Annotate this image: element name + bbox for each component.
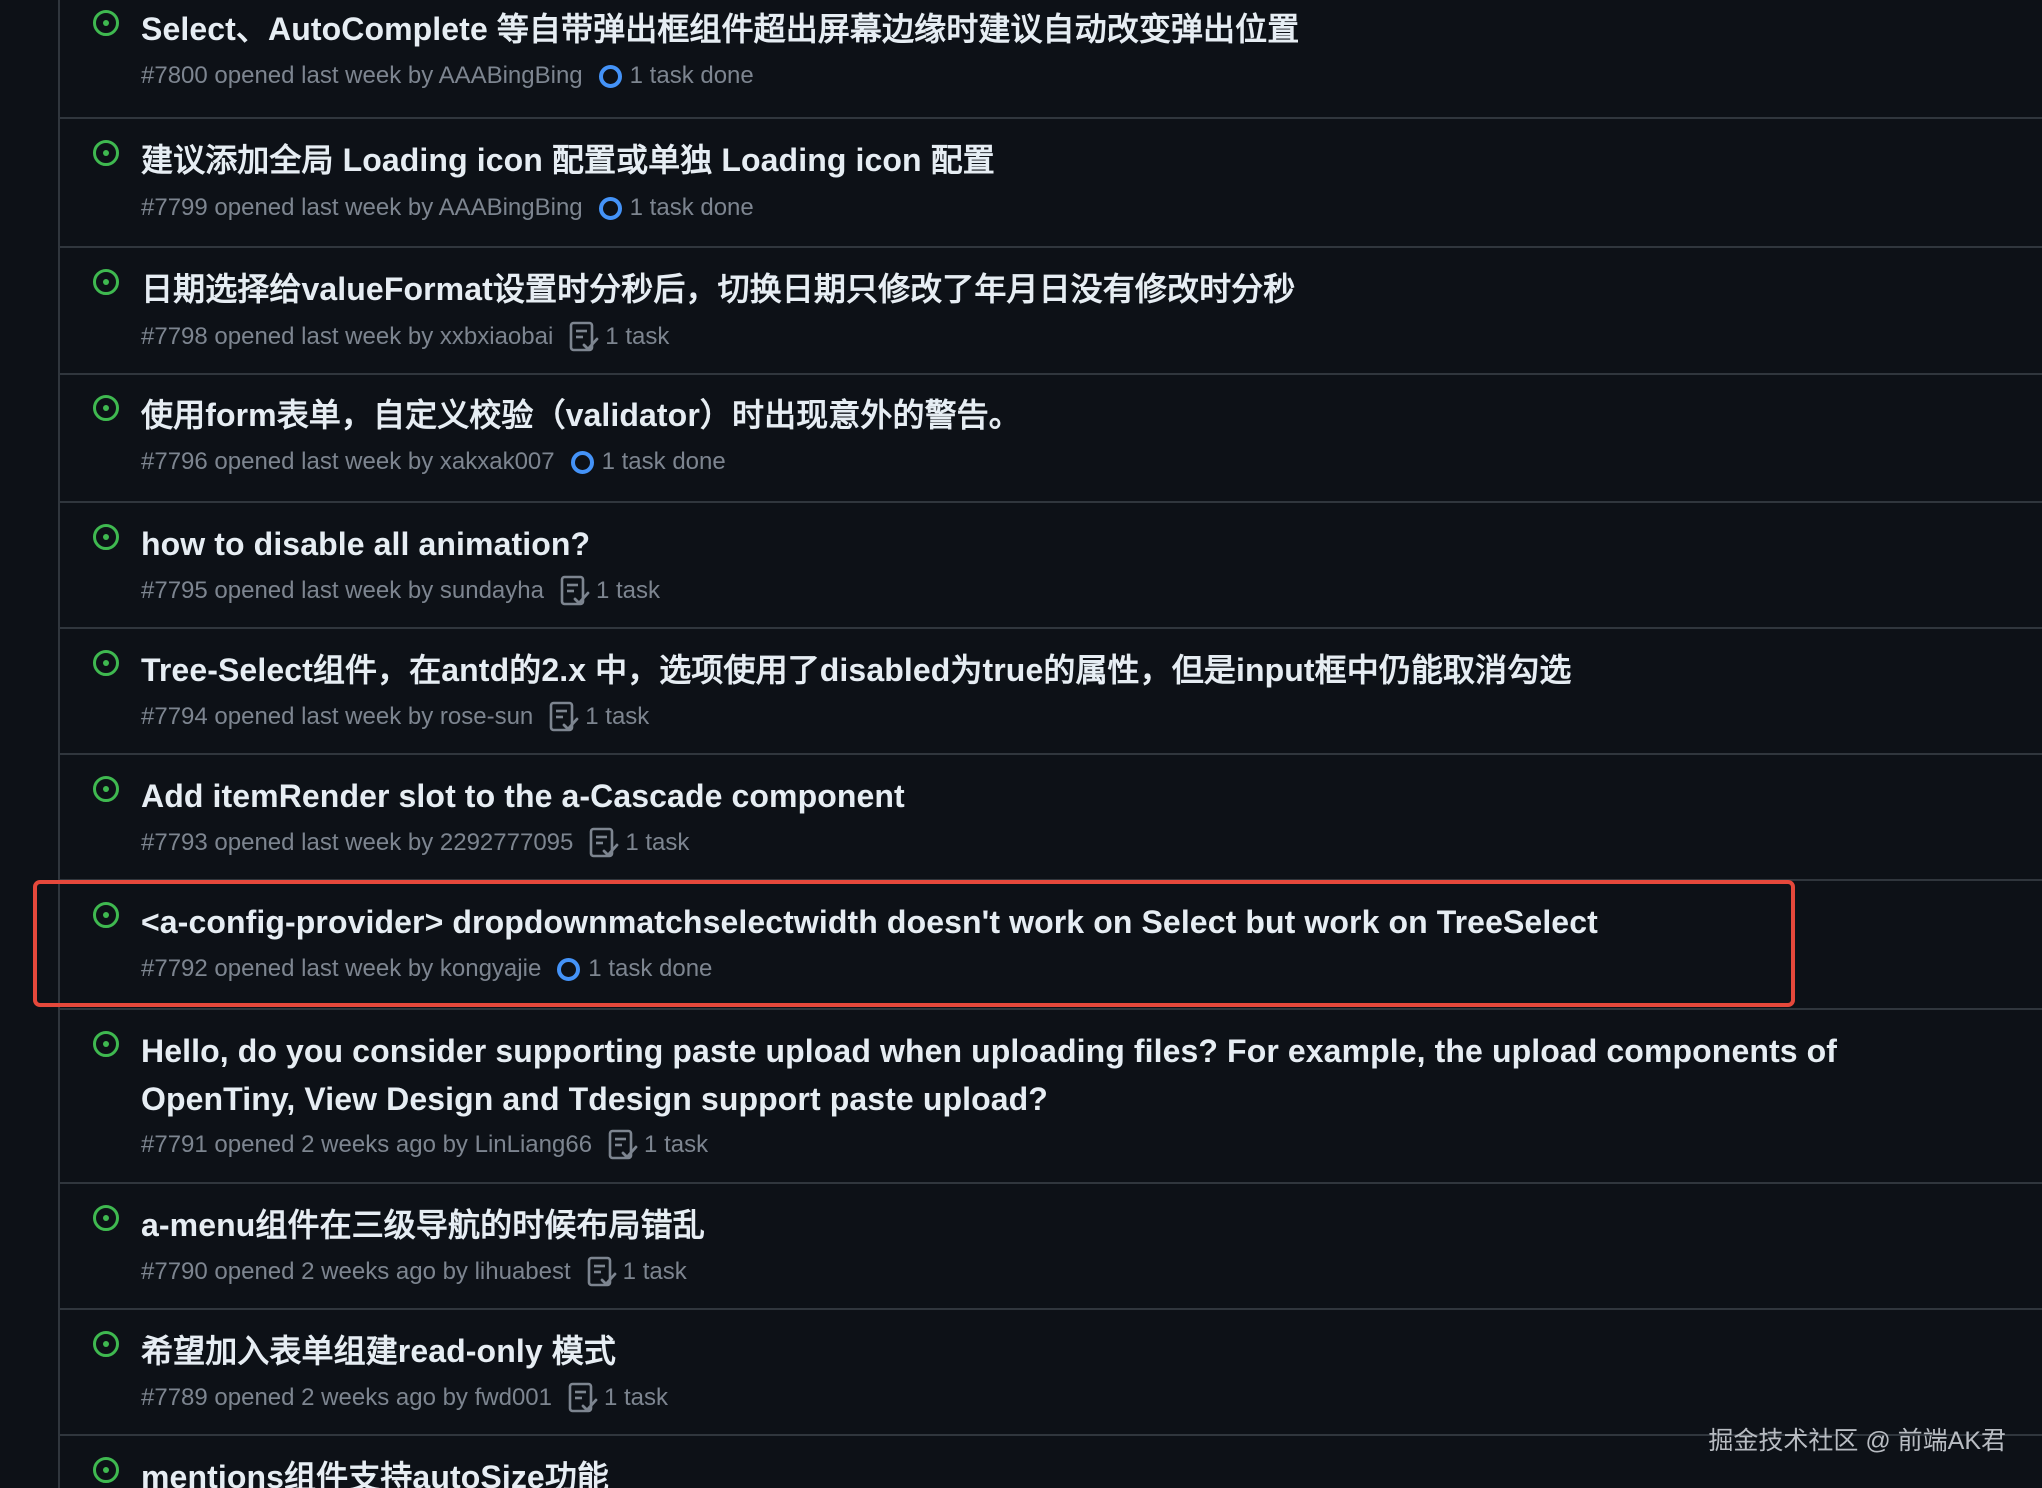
issue-row[interactable]: 建议添加全局 Loading icon 配置或单独 Loading icon 配… [60, 119, 2042, 248]
issue-opened-icon [93, 776, 119, 802]
task-status[interactable]: 1 task done [598, 62, 754, 90]
issue-opened-icon [93, 1457, 119, 1483]
task-label: 1 task [585, 703, 650, 730]
issue-meta: #7793 opened last week by 2292777095 1 t… [141, 825, 689, 861]
task-status[interactable]: 1 task [568, 1382, 668, 1414]
issue-meta: #7790 opened 2 weeks ago by lihuabest 1 … [141, 1254, 687, 1290]
checklist-icon [568, 1382, 598, 1413]
task-label: 1 task done [588, 955, 713, 982]
issue-meta-text: #7798 opened last week by xxbxiaobai [141, 323, 554, 350]
task-label: 1 task [644, 1131, 709, 1158]
issue-meta: #7800 opened last week by AAABingBing 1 … [141, 58, 754, 94]
issue-meta-text: #7794 opened last week by rose-sun [141, 703, 534, 730]
issue-meta-text: #7791 opened 2 weeks ago by LinLiang66 [141, 1131, 593, 1158]
issue-title-link[interactable]: Add itemRender slot to the a-Cascade com… [141, 772, 1822, 820]
issue-opened-icon [93, 1205, 119, 1231]
issue-meta: #7799 opened last week by AAABingBing 1 … [141, 190, 754, 226]
task-status[interactable]: 1 task done [598, 194, 754, 222]
issue-row[interactable]: Select、AutoComplete 等自带弹出框组件超出屏幕边缘时建议自动改… [60, 0, 2042, 119]
issue-title-link[interactable]: mentions组件支持autoSize功能 [141, 1453, 1822, 1488]
checklist-icon [590, 827, 619, 858]
issue-row[interactable]: <a-config-provider> dropdownmatchselectw… [60, 881, 2042, 1010]
issue-opened-icon [93, 140, 119, 166]
progress-circle-icon [598, 196, 622, 220]
issue-meta: #7798 opened last week by xxbxiaobai 1 t… [141, 319, 669, 355]
task-label: 1 task [625, 829, 690, 856]
task-label: 1 task [605, 323, 670, 350]
issue-meta-text: #7795 opened last week by sundayha [141, 577, 544, 604]
issue-title-link[interactable]: <a-config-provider> dropdownmatchselectw… [141, 898, 1822, 946]
task-label: 1 task done [629, 194, 754, 221]
issue-title-link[interactable]: a-menu组件在三级导航的时候布局错乱 [141, 1201, 1822, 1249]
issue-meta-text: #7796 opened last week by xakxak007 [141, 448, 555, 475]
task-label: 1 task [604, 1384, 669, 1411]
task-status[interactable]: 1 task [587, 1256, 687, 1288]
issue-list: Select、AutoComplete 等自带弹出框组件超出屏幕边缘时建议自动改… [0, 0, 2042, 1488]
task-label: 1 task [595, 577, 661, 604]
issue-meta-text: #7789 opened 2 weeks ago by fwd001 [141, 1384, 552, 1411]
issue-title-link[interactable]: how to disable all animation? [141, 520, 1822, 568]
issue-title-link[interactable]: Tree-Select组件，在antd的2.x 中，选项使用了disabled为… [141, 646, 1822, 694]
watermark: 掘金技术社区 @ 前端AK君 [1708, 1427, 2006, 1455]
issue-row[interactable]: Tree-Select组件，在antd的2.x 中，选项使用了disabled为… [60, 629, 2042, 755]
issue-opened-icon [93, 524, 119, 550]
issue-opened-icon [93, 1331, 119, 1357]
issue-row[interactable]: 希望加入表单组建read-only 模式 #7789 opened 2 week… [60, 1310, 2042, 1436]
issue-opened-icon [93, 1031, 119, 1057]
issue-title-link[interactable]: 日期选择给valueFormat设置时分秒后，切换日期只修改了年月日没有修改时分… [141, 265, 1822, 313]
issue-meta-text: #7800 opened last week by AAABingBing [141, 62, 583, 89]
checklist-icon [560, 575, 590, 606]
task-status[interactable]: 1 task [569, 321, 669, 353]
issue-row[interactable]: 使用form表单，自定义校验（validator）时出现意外的警告。 #7796… [60, 375, 2042, 503]
checklist-icon [587, 1256, 617, 1287]
issue-row[interactable]: a-menu组件在三级导航的时候布局错乱 #7790 opened 2 week… [60, 1184, 2042, 1310]
issue-meta-text: #7799 opened last week by AAABingBing [141, 194, 583, 221]
issue-meta: #7796 opened last week by xakxak007 1 ta… [141, 444, 726, 480]
issue-opened-icon [93, 10, 119, 36]
issue-title-link[interactable]: Hello, do you consider supporting paste … [141, 1027, 1842, 1123]
issue-meta: #7789 opened 2 weeks ago by fwd001 1 tas… [141, 1380, 668, 1416]
issue-meta: #7792 opened last week by kongyajie 1 ta… [141, 951, 712, 987]
issue-title-link[interactable]: 希望加入表单组建read-only 模式 [141, 1327, 1822, 1375]
issue-opened-icon [93, 650, 119, 676]
progress-circle-icon [570, 450, 594, 474]
issue-opened-icon [93, 395, 119, 421]
checklist-icon [569, 321, 599, 352]
issue-opened-icon [93, 902, 119, 928]
issue-meta: #7795 opened last week by sundayha 1 tas… [141, 573, 660, 609]
issue-meta: #7791 opened 2 weeks ago by LinLiang66 1… [141, 1127, 708, 1163]
issue-meta-text: #7793 opened last week by 2292777095 [141, 829, 574, 856]
issue-opened-icon [93, 269, 119, 295]
task-label: 1 task done [601, 448, 726, 475]
task-status[interactable]: 1 task done [570, 448, 726, 476]
issue-meta-text: #7792 opened last week by kongyajie [141, 955, 542, 982]
issue-title-link[interactable]: 使用form表单，自定义校验（validator）时出现意外的警告。 [141, 391, 1822, 439]
task-status[interactable]: 1 task [589, 827, 689, 859]
task-status[interactable]: 1 task [560, 575, 660, 607]
left-gutter [0, 0, 60, 1488]
issue-row[interactable]: how to disable all animation? #7795 open… [60, 503, 2042, 629]
issue-row[interactable]: Hello, do you consider supporting paste … [60, 1010, 2042, 1184]
progress-circle-icon [598, 64, 622, 88]
issue-row[interactable]: Add itemRender slot to the a-Cascade com… [60, 755, 2042, 881]
task-label: 1 task done [629, 62, 754, 89]
progress-circle-icon [557, 957, 581, 981]
checklist-icon [549, 701, 579, 732]
task-status[interactable]: 1 task done [557, 955, 712, 983]
issue-title-link[interactable]: Select、AutoComplete 等自带弹出框组件超出屏幕边缘时建议自动改… [141, 5, 1822, 53]
issue-meta-text: #7790 opened 2 weeks ago by lihuabest [141, 1258, 571, 1285]
task-label: 1 task [622, 1258, 687, 1285]
issue-meta: #7794 opened last week by rose-sun 1 tas… [141, 699, 649, 735]
issue-title-link[interactable]: 建议添加全局 Loading icon 配置或单独 Loading icon 配… [141, 136, 1822, 184]
checklist-icon [608, 1129, 638, 1160]
task-status[interactable]: 1 task [608, 1129, 708, 1161]
issue-row[interactable]: 日期选择给valueFormat设置时分秒后，切换日期只修改了年月日没有修改时分… [60, 248, 2042, 375]
task-status[interactable]: 1 task [549, 701, 649, 733]
